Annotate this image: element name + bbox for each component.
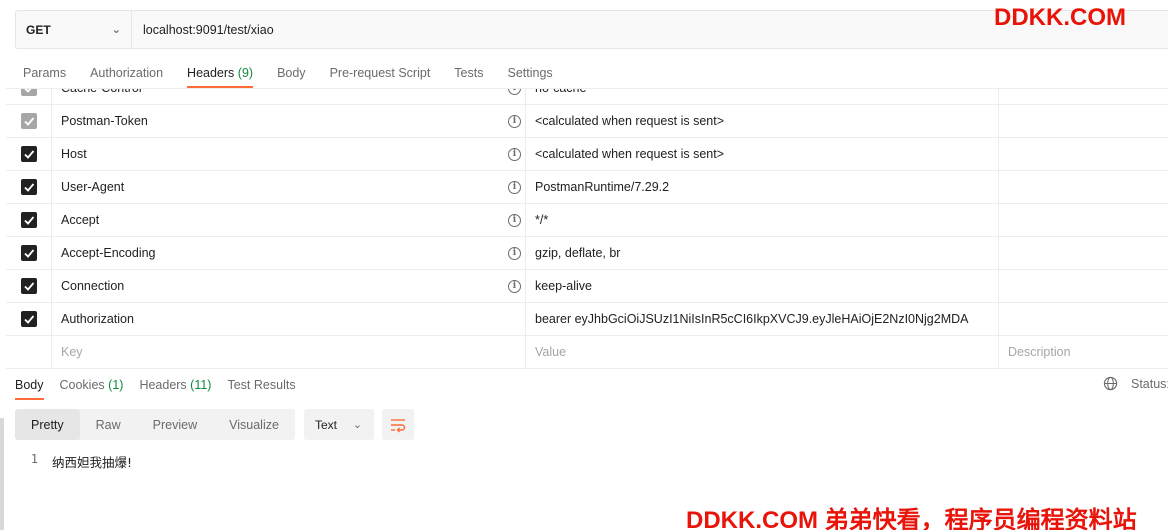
method-select[interactable]: GET ⌄ (16, 11, 132, 48)
response-body-text: 纳西妲我抽爆! (52, 455, 133, 470)
view-mode-switcher: Pretty Raw Preview Visualize (15, 409, 295, 440)
response-body-line: 1 纳西妲我抽爆! (0, 452, 132, 471)
new-description-input[interactable]: Description (999, 336, 1168, 368)
checkbox[interactable] (20, 278, 37, 294)
header-description[interactable] (999, 303, 1168, 335)
checkbox[interactable] (20, 212, 37, 228)
header-description[interactable] (999, 171, 1168, 203)
info-icon[interactable]: i (508, 213, 521, 227)
headers-table: Cache-Control i no-cache Postman-Token i <… (6, 88, 1168, 369)
status-label: Status: (1131, 376, 1168, 391)
table-row: Postman-Token i <calculated when request … (6, 105, 1168, 138)
header-description[interactable] (999, 204, 1168, 236)
tab-tests[interactable]: Tests (454, 62, 483, 84)
checkbox[interactable] (20, 89, 37, 96)
new-header-row: Key Value Description (6, 336, 1168, 369)
tab-cookies[interactable]: Cookies (1) (60, 376, 124, 394)
headers-count: (9) (237, 66, 254, 80)
view-raw-button[interactable]: Raw (80, 409, 137, 440)
table-row: Accept i */* (6, 204, 1168, 237)
wrap-lines-button[interactable] (382, 409, 414, 440)
view-preview-button[interactable]: Preview (137, 409, 213, 440)
info-icon[interactable]: i (508, 147, 521, 161)
tab-test-results[interactable]: Test Results (227, 376, 295, 394)
tab-headers[interactable]: Headers (9) (187, 62, 254, 88)
request-tabs: Params Authorization Headers (9) Body Pr… (23, 62, 577, 90)
header-key[interactable]: Accept-Encoding (61, 246, 156, 260)
header-description[interactable] (999, 270, 1168, 302)
tab-pre-request-script[interactable]: Pre-request Script (330, 62, 431, 84)
new-value-input[interactable]: Value (526, 336, 999, 368)
info-icon[interactable]: i (508, 246, 521, 260)
watermark-top: DDKK.COM (994, 4, 1126, 31)
globe-icon[interactable] (1103, 376, 1118, 391)
tab-settings[interactable]: Settings (507, 62, 552, 84)
header-key[interactable]: Authorization (61, 312, 134, 326)
header-value[interactable]: <calculated when request is sent> (526, 138, 999, 170)
chevron-down-icon: ⌄ (352, 419, 362, 431)
header-key[interactable]: Connection (61, 279, 124, 293)
header-key[interactable]: Postman-Token (61, 114, 148, 128)
cookies-count: (1) (108, 378, 124, 392)
tab-body[interactable]: Body (277, 62, 306, 84)
info-icon[interactable]: i (508, 114, 521, 128)
header-value[interactable]: <calculated when request is sent> (526, 105, 999, 137)
header-value[interactable]: */* (526, 204, 999, 236)
response-headers-count: (11) (190, 378, 212, 392)
header-value[interactable]: PostmanRuntime/7.29.2 (526, 171, 999, 203)
checkbox[interactable] (20, 113, 37, 129)
info-icon[interactable]: i (508, 180, 521, 194)
method-label: GET (26, 22, 51, 37)
header-key[interactable]: Cache-Control (61, 89, 142, 95)
table-row: Host i <calculated when request is sent> (6, 138, 1168, 171)
header-description[interactable] (999, 237, 1168, 269)
checkbox[interactable] (20, 311, 37, 327)
header-value[interactable]: no-cache (526, 89, 999, 104)
new-key-input[interactable]: Key (52, 336, 526, 368)
header-key[interactable]: Host (61, 147, 87, 161)
tab-authorization[interactable]: Authorization (90, 62, 163, 84)
table-row: Accept-Encoding i gzip, deflate, br (6, 237, 1168, 270)
response-tabs: Body Cookies (1) Headers (11) Test Resul… (15, 376, 312, 400)
header-key[interactable]: User-Agent (61, 180, 124, 194)
wrap-lines-icon (391, 418, 406, 432)
tab-response-body[interactable]: Body (15, 376, 44, 400)
table-row: Authorization bearer eyJhbGciOiJSUzI1NiI… (6, 303, 1168, 336)
checkbox[interactable] (20, 179, 37, 195)
header-value[interactable]: gzip, deflate, br (526, 237, 999, 269)
tab-response-headers[interactable]: Headers (11) (139, 376, 211, 394)
watermark-bottom: DDKK.COM 弟弟快看，程序员编程资料站 (686, 507, 1137, 530)
scrollbar[interactable] (0, 418, 4, 530)
info-icon[interactable]: i (508, 89, 521, 95)
format-select[interactable]: Text ⌄ (304, 409, 374, 440)
header-key[interactable]: Accept (61, 213, 99, 227)
tab-params[interactable]: Params (23, 62, 66, 84)
view-pretty-button[interactable]: Pretty (15, 409, 80, 440)
line-number: 1 (30, 452, 38, 466)
table-row: Cache-Control i no-cache (6, 89, 1168, 105)
header-description[interactable] (999, 89, 1168, 104)
header-value[interactable]: keep-alive (526, 270, 999, 302)
checkbox[interactable] (20, 245, 37, 261)
info-icon[interactable]: i (508, 279, 521, 293)
table-row: Connection i keep-alive (6, 270, 1168, 303)
chevron-down-icon: ⌄ (111, 24, 121, 36)
header-value[interactable]: bearer eyJhbGciOiJSUzI1NiIsInR5cCI6IkpXV… (526, 303, 999, 335)
header-description[interactable] (999, 138, 1168, 170)
header-description[interactable] (999, 105, 1168, 137)
checkbox[interactable] (20, 146, 37, 162)
format-label: Text (315, 417, 338, 432)
response-status: Status: (1103, 376, 1168, 391)
view-visualize-button[interactable]: Visualize (213, 409, 295, 440)
table-row: User-Agent i PostmanRuntime/7.29.2 (6, 171, 1168, 204)
